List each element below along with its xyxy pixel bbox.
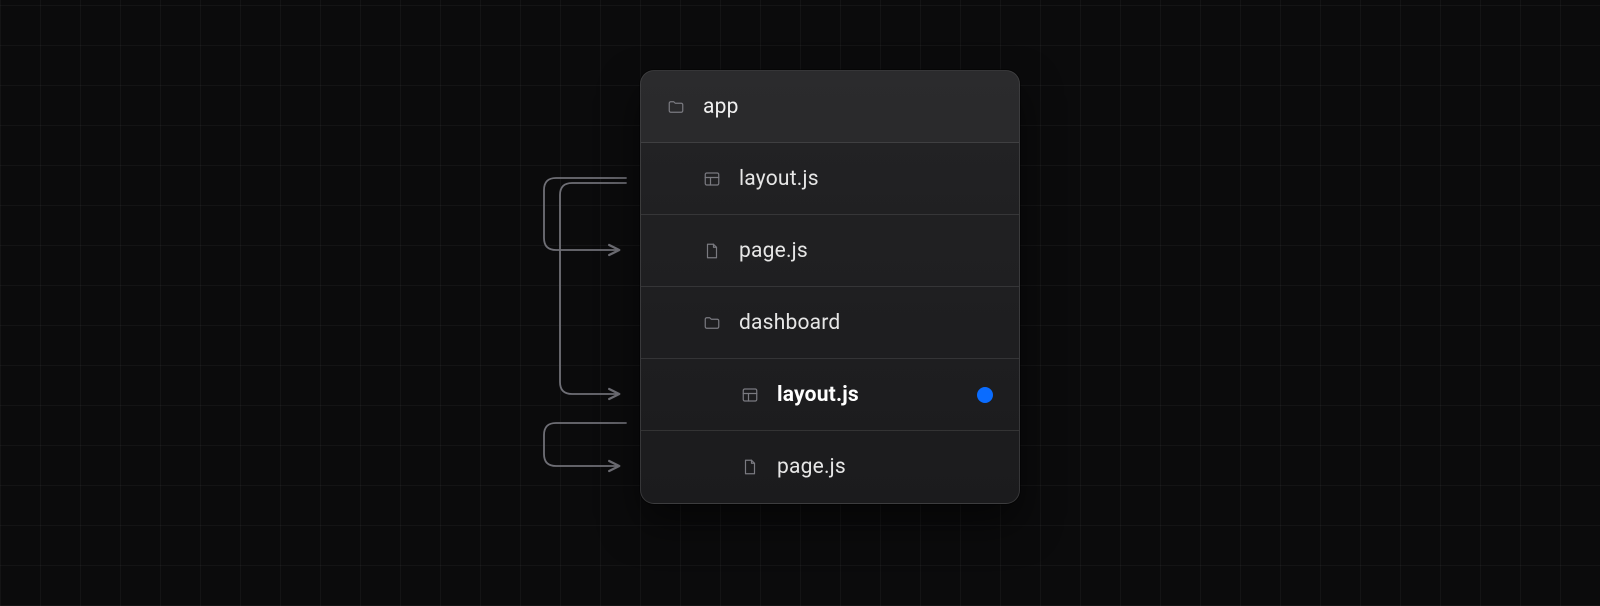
active-indicator-dot [977,387,993,403]
tree-item-dashboard-page[interactable]: page.js [641,431,1019,503]
layout-icon [703,170,721,188]
tree-item-page[interactable]: page.js [641,215,1019,287]
tree-item-label: layout.js [777,383,859,407]
tree-item-label: layout.js [739,167,819,191]
tree-item-dashboard-layout[interactable]: layout.js [641,359,1019,431]
tree-item-label: page.js [739,239,808,263]
file-icon [741,458,759,476]
file-tree-panel: app layout.js page.js dashboard layout.j… [640,70,1020,504]
tree-root-label: app [703,95,739,119]
folder-icon [667,98,685,116]
tree-item-label: dashboard [739,311,840,335]
layout-icon [741,386,759,404]
tree-item-layout[interactable]: layout.js [641,143,1019,215]
file-icon [703,242,721,260]
tree-item-label: page.js [777,455,846,479]
tree-item-dashboard[interactable]: dashboard [641,287,1019,359]
nesting-connectors [538,165,638,525]
folder-icon [703,314,721,332]
tree-root[interactable]: app [641,71,1019,143]
